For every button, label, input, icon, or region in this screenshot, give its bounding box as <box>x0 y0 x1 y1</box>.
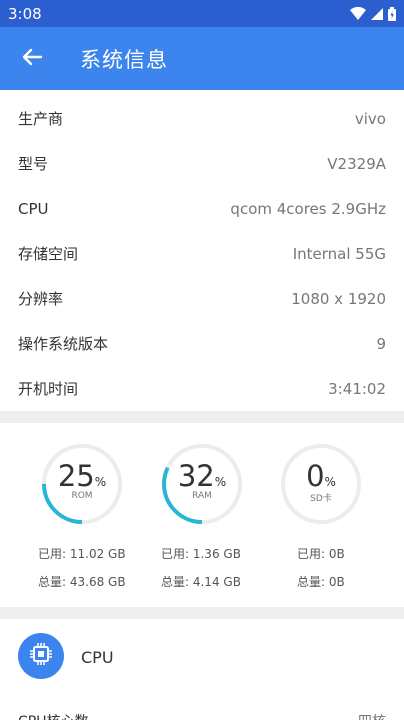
rom-used: 已用: 11.02 GB <box>38 547 126 561</box>
info-label: 存储空间 <box>18 245 79 263</box>
info-label: 型号 <box>18 155 49 173</box>
rom-label: ROM <box>71 491 93 501</box>
info-value: 四核 <box>358 711 386 720</box>
rom-percent: 25 <box>57 459 95 493</box>
info-label: 生产商 <box>18 110 64 128</box>
info-value: 1080 x 1920 <box>291 289 386 308</box>
system-info-list: 生产商 vivo 型号 V2329A CPU qcom 4cores 2.9GH… <box>0 96 404 411</box>
rom-percent-sign: % <box>94 475 107 489</box>
status-icons <box>350 6 396 21</box>
sd-percent-sign: % <box>324 475 336 489</box>
ram-percent-sign: % <box>214 475 227 489</box>
info-label: 分辨率 <box>18 290 64 308</box>
cpu-section-title: CPU <box>81 648 114 667</box>
info-label: CPU <box>18 199 49 218</box>
info-row-manufacturer: 生产商 vivo <box>0 96 404 141</box>
section-divider <box>0 411 404 423</box>
sd-total: 总量: 0B <box>297 575 345 589</box>
sd-gauge: 0% SD卡 <box>280 443 362 525</box>
info-value: 3:41:02 <box>328 379 386 398</box>
ram-total: 总量: 4.14 GB <box>161 575 241 589</box>
cpu-icon-badge <box>18 633 64 679</box>
info-value: vivo <box>354 109 386 128</box>
info-label: 开机时间 <box>18 380 79 398</box>
ram-used: 已用: 1.36 GB <box>161 547 241 561</box>
app-bar: 系统信息 <box>0 27 404 90</box>
info-value: Internal 55G <box>292 244 386 263</box>
ram-gauge: 32% RAM <box>161 443 243 525</box>
ram-label: RAM <box>192 491 212 501</box>
chip-icon <box>29 642 53 670</box>
page-title: 系统信息 <box>80 47 168 72</box>
sd-label: SD卡 <box>310 494 332 504</box>
info-row-cpu: CPU qcom 4cores 2.9GHz <box>0 186 404 231</box>
cpu-section: CPU CPU核心数 四核 <box>0 619 404 720</box>
sd-percent: 0 <box>306 459 325 493</box>
info-value: V2329A <box>327 154 386 173</box>
wifi-icon <box>350 7 366 20</box>
rom-gauge: 25% ROM <box>41 443 123 525</box>
battery-icon <box>388 6 396 21</box>
info-row-model: 型号 V2329A <box>0 141 404 186</box>
info-row-os-version: 操作系统版本 9 <box>0 321 404 366</box>
ram-percent: 32 <box>177 459 215 493</box>
status-bar: 3:08 <box>0 0 404 27</box>
sd-used: 已用: 0B <box>297 547 345 561</box>
arrow-left-icon <box>22 48 43 70</box>
info-value: qcom 4cores 2.9GHz <box>230 199 386 218</box>
rom-total: 总量: 43.68 GB <box>38 575 126 589</box>
info-row-uptime: 开机时间 3:41:02 <box>0 366 404 411</box>
info-label: CPU核心数 <box>18 711 88 720</box>
info-row-storage: 存储空间 Internal 55G <box>0 231 404 276</box>
cpu-cores-row: CPU核心数 四核 <box>18 711 386 720</box>
status-time: 3:08 <box>8 4 42 23</box>
info-label: 操作系统版本 <box>18 335 109 353</box>
section-divider <box>0 607 404 619</box>
info-row-resolution: 分辨率 1080 x 1920 <box>0 276 404 321</box>
info-value: 9 <box>376 334 386 353</box>
storage-gauges: 25% ROM 已用: 11.02 GB 总量: 43.68 GB 32% RA… <box>0 423 404 607</box>
signal-icon <box>371 7 383 20</box>
back-button[interactable] <box>0 27 64 90</box>
